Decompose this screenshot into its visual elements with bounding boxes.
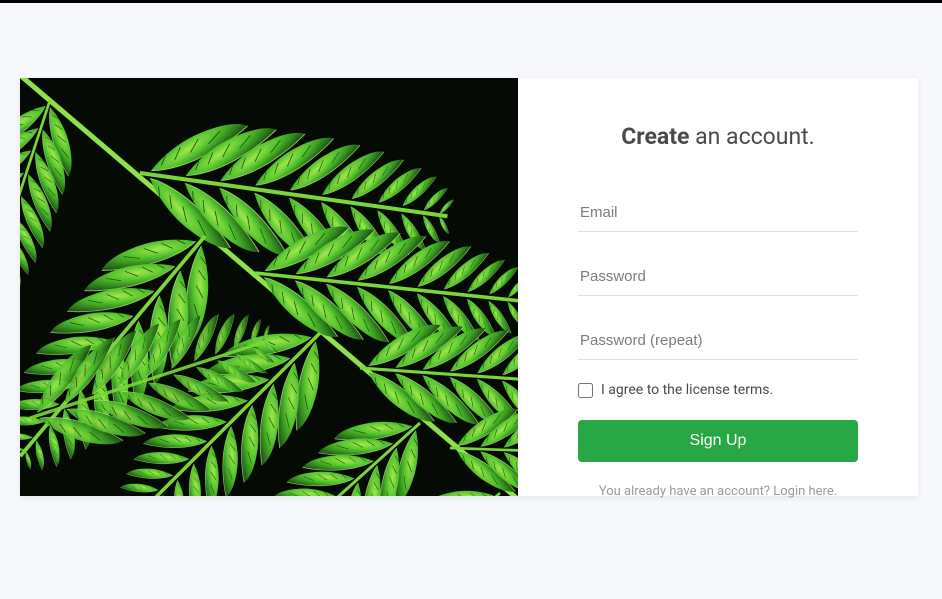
title-bold: Create [621,123,689,150]
title-rest: an account. [689,123,814,150]
password-field[interactable] [578,260,858,296]
fern-illustration [20,78,518,496]
terms-checkbox[interactable] [578,383,593,398]
hero-image [20,78,518,496]
signup-form: Create an account. I agree to the licens… [518,78,918,496]
password-repeat-field[interactable] [578,324,858,360]
signup-button[interactable]: Sign Up [578,420,858,462]
top-bar [0,0,942,3]
page-title: Create an account. [578,123,858,150]
email-field[interactable] [578,196,858,232]
signup-card: Create an account. I agree to the licens… [20,78,918,496]
terms-row: I agree to the license terms. [578,382,858,398]
terms-label[interactable]: I agree to the license terms. [601,382,773,398]
login-link[interactable]: You already have an account? Login here. [578,484,858,499]
